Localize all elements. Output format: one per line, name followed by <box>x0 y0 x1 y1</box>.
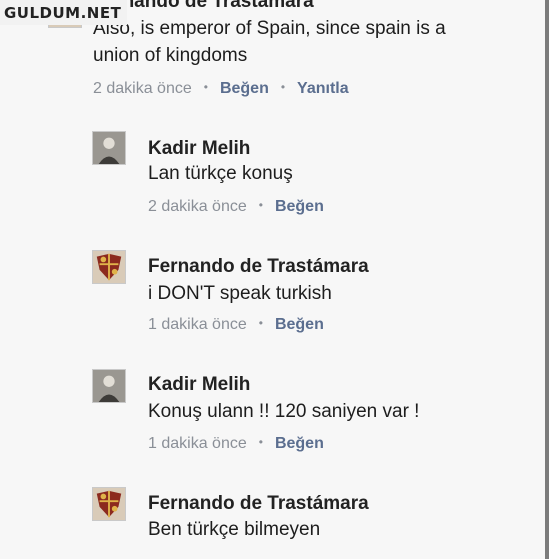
comment-text: Ben türkçe bilmeyen <box>148 519 321 540</box>
comment-meta: 2 dakika önce • Beğen <box>148 198 324 216</box>
comment-author[interactable]: Fernando de Trastámara <box>148 493 369 515</box>
avatar[interactable] <box>92 250 126 284</box>
person-icon <box>93 132 125 164</box>
comment-text: i DON'T speak turkish <box>148 283 332 304</box>
avatar[interactable] <box>92 131 126 165</box>
separator-dot: • <box>258 198 263 212</box>
comment-timestamp: 1 dakika önce <box>148 316 247 333</box>
separator-dot: • <box>280 80 286 94</box>
avatar[interactable] <box>92 487 126 521</box>
person-icon <box>93 370 125 402</box>
comment-author[interactable]: Kadir Melih <box>148 138 250 160</box>
coat-of-arms-icon <box>93 251 125 283</box>
like-button[interactable]: Beğen <box>220 80 269 97</box>
comment-text-line-1: Also, is emperor of Spain, since spain i… <box>93 18 446 39</box>
separator-dot: • <box>258 316 263 330</box>
comment-text-line-2: union of kingdoms <box>93 45 248 66</box>
comment-meta: 2 dakika önce • Beğen • Yanıtla <box>93 80 349 98</box>
comment-author[interactable]: Fernando de Trastámara <box>148 256 369 278</box>
separator-dot: • <box>203 80 208 94</box>
like-button[interactable]: Beğen <box>275 198 324 215</box>
comment-meta: 1 dakika önce • Beğen <box>148 316 324 334</box>
comment-text: Lan türkçe konuş <box>148 163 293 184</box>
coat-of-arms-icon <box>93 488 125 520</box>
separator-dot: • <box>258 435 263 449</box>
comment-author[interactable]: Kadir Melih <box>148 374 250 396</box>
comment-text: Konuş ulann !! 120 saniyen var ! <box>148 401 420 422</box>
avatar[interactable] <box>92 369 126 403</box>
like-button[interactable]: Beğen <box>275 316 324 333</box>
comment-timestamp: 2 dakika önce <box>148 198 247 215</box>
comment-meta: 1 dakika önce • Beğen <box>148 435 324 453</box>
reply-button[interactable]: Yanıtla <box>297 80 349 97</box>
site-watermark: GULDUM.NET <box>0 0 128 25</box>
screen-edge <box>545 0 549 559</box>
comment-timestamp: 1 dakika önce <box>148 435 247 452</box>
comment-timestamp: 2 dakika önce <box>93 80 192 97</box>
like-button[interactable]: Beğen <box>275 435 324 452</box>
